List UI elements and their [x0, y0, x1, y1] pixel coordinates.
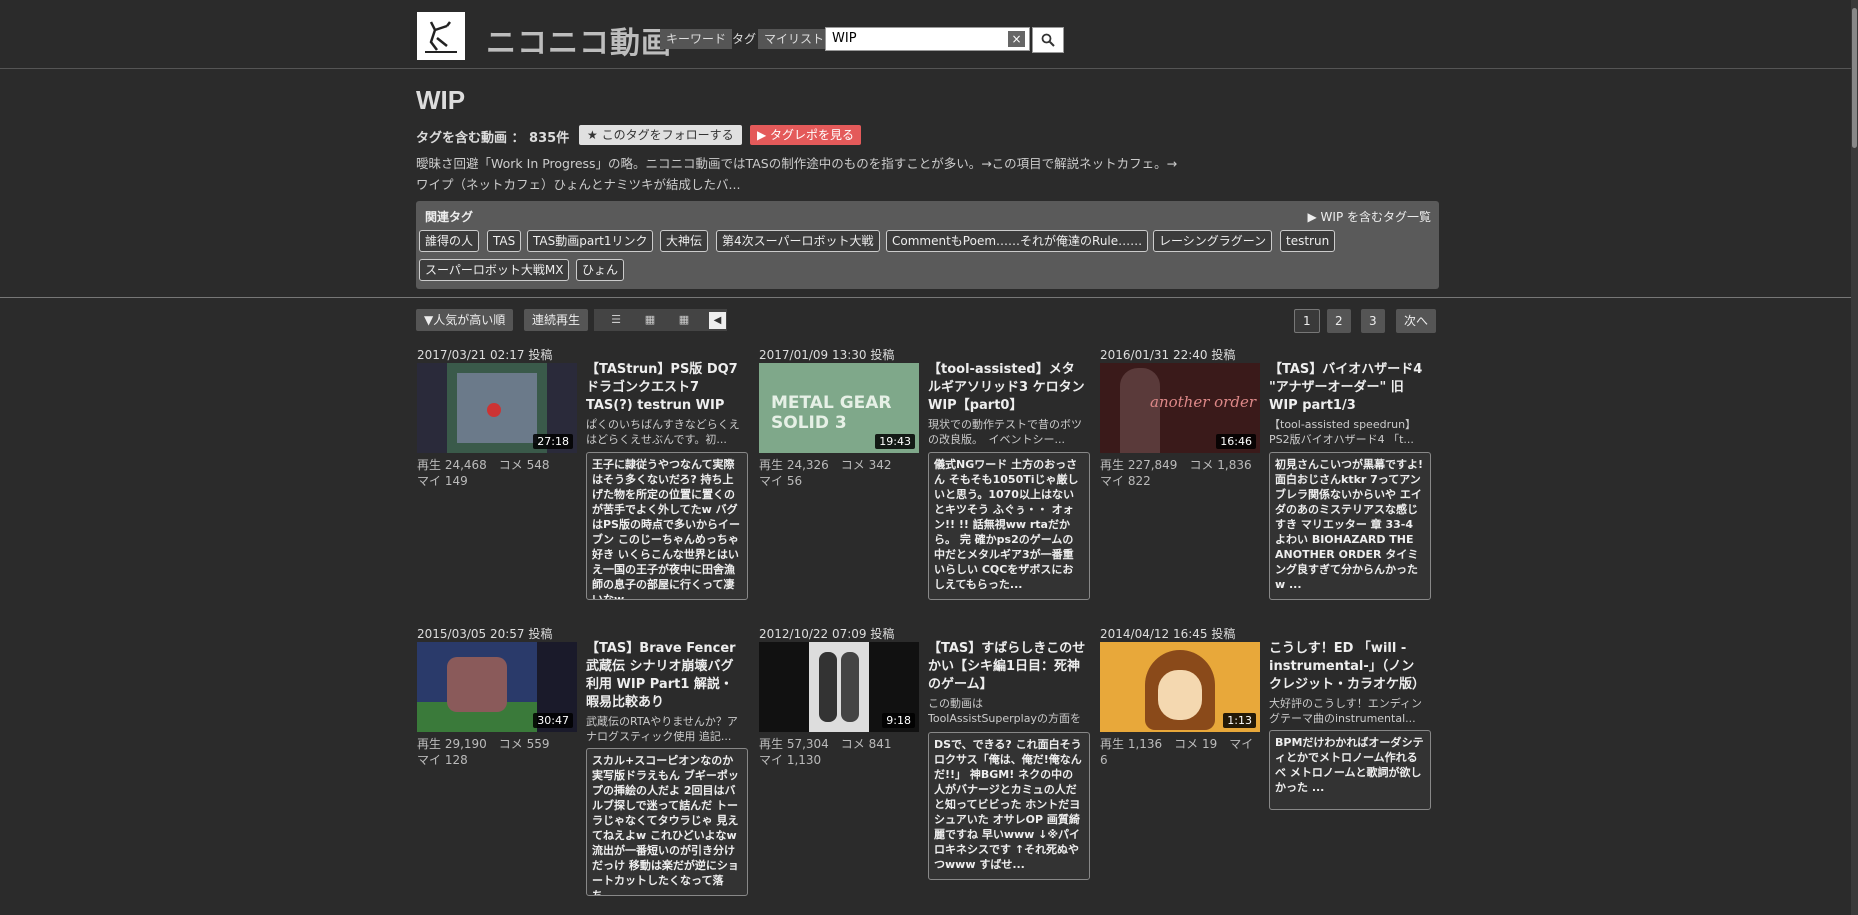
video-date: 2017/01/09 13:30 投稿	[759, 348, 895, 362]
video-duration: 27:18	[533, 434, 573, 449]
related-tag[interactable]: 大神伝	[660, 230, 709, 252]
video-duration: 16:46	[1216, 434, 1256, 449]
next-page-button[interactable]: 次へ	[1396, 309, 1437, 333]
video-stats: 再生 29,190 コメ 559 マイ 128	[417, 737, 550, 767]
video-comments: 儀式NGワード 土方のおっさん そもそも1050Tiじゃ厳しいと思う。1070以…	[928, 452, 1090, 600]
video-duration: 9:18	[882, 713, 915, 728]
tag-description: 曖昧さ回避「Work In Progress」の略。ニコニコ動画ではTASの制作…	[416, 156, 1178, 192]
grid-large-icon[interactable]: ▦	[674, 313, 694, 327]
search-tab-mylist[interactable]: マイリスト	[758, 29, 831, 49]
page-3-button[interactable]: 3	[1361, 309, 1385, 333]
search-tab-keyword[interactable]: キーワード	[660, 29, 733, 49]
video-duration: 30:47	[533, 713, 573, 728]
site-header: ニコニコ動画 キーワード タグ マイリスト WIP ×	[0, 0, 1858, 69]
video-duration: 1:13	[1223, 713, 1256, 728]
scrollbar-thumb[interactable]	[1852, 8, 1857, 148]
clear-search-button[interactable]: ×	[1008, 31, 1025, 47]
search-button[interactable]	[1032, 27, 1064, 53]
video-stats: 再生 227,849 コメ 1,836 マイ 822	[1100, 458, 1252, 488]
grid-small-icon[interactable]: ▦	[640, 313, 660, 327]
related-tag[interactable]: TAS	[487, 230, 522, 252]
related-tag[interactable]: TAS動画part1リンク	[527, 230, 654, 252]
follow-tag-button[interactable]: ★ このタグをフォローする	[579, 125, 742, 145]
video-count: タグを含む動画 ： 835件	[416, 131, 570, 146]
collapse-icon[interactable]: ◀	[709, 312, 726, 329]
thumb-text: another order	[1150, 393, 1256, 411]
video-item: 2016/01/31 22:40 投稿 another order 16:46 …	[1100, 346, 1431, 600]
video-comments: 初見さんこいつが黒幕ですよ! 面白おじさんktkr 7ってアンブレラ関係ないから…	[1269, 452, 1431, 600]
video-item: 2012/10/22 07:09 投稿 9:18 【TAS】すばらしきこのせかい…	[759, 625, 1090, 880]
page-1-button[interactable]: 1	[1294, 309, 1320, 333]
video-date: 2016/01/31 22:40 投稿	[1100, 348, 1236, 362]
video-date: 2012/10/22 07:09 投稿	[759, 627, 895, 641]
video-title[interactable]: 【TAS】すばらしきこのせかい【シキ編1日目：死神のゲーム】	[928, 640, 1086, 694]
related-tags-panel: 関連タグ ▶ WIP を含むタグ一覧 誰得の人 TAS TAS動画part1リン…	[416, 201, 1439, 289]
niconico-logo[interactable]: ニコニコ動画	[486, 18, 672, 62]
video-date: 2017/03/21 02:17 投稿	[417, 348, 553, 362]
video-title[interactable]: こうしす！ED 「will -instrumental-」（ノンクレジット・カラ…	[1269, 640, 1427, 694]
video-thumbnail[interactable]: 30:47	[417, 642, 577, 732]
related-tags-all-link[interactable]: ▶ WIP を含むタグ一覧	[1308, 208, 1432, 225]
video-description: 【tool-assisted speedrun】PS2版バイオハザード4 「t.…	[1269, 418, 1417, 446]
search-tab-tag[interactable]: タグ	[726, 29, 762, 49]
related-tags-title: 関連タグ	[425, 210, 474, 224]
video-description: 大好評のこうしす！エンディングテーマ曲のinstrumental...	[1269, 697, 1423, 725]
video-thumbnail[interactable]: 27:18	[417, 363, 577, 453]
video-comments: DSで、できる? これ面白そう ロクサス「俺は、俺だ!俺なんだ!!」 神BGM!…	[928, 732, 1090, 880]
video-title[interactable]: 【TAS】Brave Fencer 武蔵伝 シナリオ崩壊バグ利用 WIP Par…	[586, 640, 744, 712]
video-thumbnail[interactable]: 1:13	[1100, 642, 1260, 732]
magnifier-icon	[1041, 33, 1055, 47]
related-tag[interactable]: testrun	[1280, 230, 1336, 252]
user-avatar[interactable]	[417, 12, 465, 60]
video-stats: 再生 24,468 コメ 548 マイ 149	[417, 458, 550, 488]
video-thumbnail[interactable]: METAL GEAR SOLID 3 19:43	[759, 363, 919, 453]
section-divider	[0, 297, 1851, 298]
video-stats: 再生 24,326 コメ 342 マイ 56	[759, 458, 892, 488]
video-comments: BPMだけわかればオーダシティとかでメトロノーム作れるべ メトロノームと歌詞が欲…	[1269, 730, 1431, 810]
video-duration: 19:43	[875, 434, 915, 449]
view-mode-group: ☰ ▦ ▦	[594, 309, 727, 331]
video-item: 2017/03/21 02:17 投稿 27:18 【TAStrun】PS版 D…	[417, 346, 748, 600]
related-tag[interactable]: レーシングラグーン	[1153, 230, 1273, 252]
video-thumbnail[interactable]: 9:18	[759, 642, 919, 732]
video-date: 2015/03/05 20:57 投稿	[417, 627, 553, 641]
video-description: 現状での動作テストで昔のボツの改良版。 イベントシー...	[928, 418, 1082, 446]
video-title[interactable]: 【TAS】バイオハザード4 "アナザーオーダー" 旧 WIP part1/3	[1269, 361, 1427, 415]
video-comments: 王子に隷従うやつなんて実際はそう多くないだろ? 持ち上げた物を所定の位置に置くの…	[586, 452, 748, 600]
related-tag[interactable]: スーパーロボット大戦MX	[419, 259, 570, 281]
video-item: 2017/01/09 13:30 投稿 METAL GEAR SOLID 3 1…	[759, 346, 1090, 600]
tag-report-button[interactable]: ▶ タグレポを見る	[750, 125, 862, 145]
video-comments: スカル+スコーピオンなのか 実写版ドラえもん ブギーポップの挿絵の人だよ 2回目…	[586, 748, 748, 896]
video-title[interactable]: 【tool-assisted】メタルギアソリッド3 ケロタン WIP【part0…	[928, 361, 1086, 415]
related-tag[interactable]: CommentもPoem……それが俺達のRule……	[886, 230, 1149, 252]
video-description: この動画はToolAssistSuperplayの方面を目指していきます...	[928, 697, 1081, 725]
related-tag[interactable]: ひょん	[576, 259, 625, 281]
video-item: 2014/04/12 16:45 投稿 1:13 こうしす！ED 「will -…	[1100, 625, 1431, 865]
continuous-play-button[interactable]: 連続再生	[524, 309, 589, 331]
video-date: 2014/04/12 16:45 投稿	[1100, 627, 1236, 641]
video-description: ぱくのいちばんすきなどらくえはどらくえせぶんです。初...	[586, 418, 740, 446]
video-item: 2015/03/05 20:57 投稿 30:47 【TAS】Brave Fen…	[417, 625, 748, 896]
list-view-icon[interactable]: ☰	[606, 313, 626, 327]
video-description: 武蔵伝のRTAやりませんか？アナログスティック使用 追記...	[586, 715, 738, 743]
sort-dropdown[interactable]: ▼人気が高い順	[416, 309, 514, 331]
page-2-button[interactable]: 2	[1327, 309, 1351, 333]
thumb-text: METAL GEAR SOLID 3	[771, 393, 892, 433]
page-title: WIP	[416, 85, 466, 115]
video-thumbnail[interactable]: another order 16:46	[1100, 363, 1260, 453]
related-tag[interactable]: 誰得の人	[419, 230, 480, 252]
search-input[interactable]: WIP	[825, 27, 1030, 51]
video-title[interactable]: 【TAStrun】PS版 DQ7 ドラゴンクエスト7 TAS(?) testru…	[586, 361, 744, 415]
video-stats: 再生 57,304 コメ 841 マイ 1,130	[759, 737, 892, 767]
related-tag[interactable]: 第4次スーパーロボット大戦	[716, 230, 880, 252]
video-stats: 再生 1,136 コメ 19 マイ 6	[1100, 737, 1254, 767]
